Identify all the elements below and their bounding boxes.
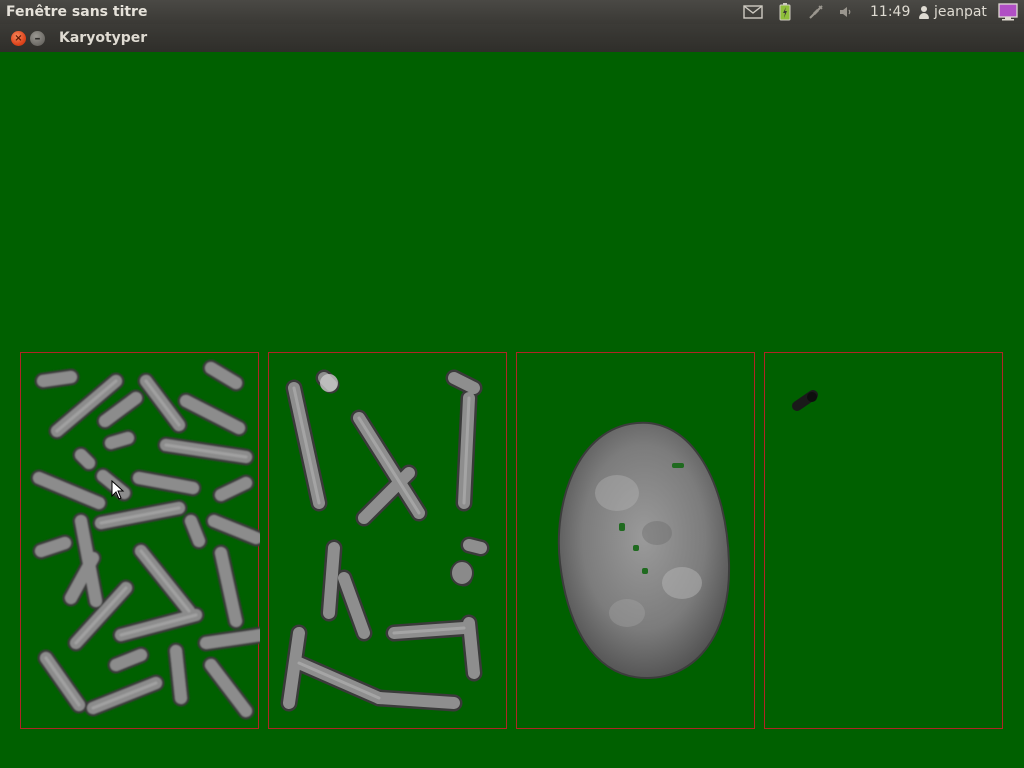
selected-chromosomes [280, 369, 490, 712]
clock[interactable]: 11:49 [870, 0, 910, 24]
network-icon[interactable] [806, 0, 826, 24]
battery-icon[interactable] [776, 0, 794, 24]
panel-window-title: Fenêtre sans titre [6, 4, 148, 20]
mail-icon[interactable] [740, 0, 766, 24]
mouse-cursor-icon [111, 480, 125, 500]
close-button[interactable]: × [11, 31, 26, 46]
user-name: jeanpat [934, 4, 987, 20]
chromosome-spread-frame[interactable] [20, 352, 260, 729]
karyotyper-canvas[interactable] [0, 52, 1024, 768]
user-icon [918, 5, 930, 19]
window-titlebar: × – Karyotyper [0, 24, 1024, 52]
nucleus [557, 421, 731, 680]
selected-chromosomes-frame[interactable] [268, 352, 507, 729]
window-title: Karyotyper [59, 30, 148, 46]
top-panel: Fenêtre sans titre 11:49 jeanpat [0, 0, 1024, 24]
small-object [792, 390, 818, 411]
minimize-button[interactable]: – [30, 31, 45, 46]
session-icon[interactable] [996, 0, 1020, 24]
nucleus-frame[interactable] [516, 352, 755, 729]
small-object-frame[interactable] [764, 352, 1003, 729]
user-menu[interactable]: jeanpat [918, 0, 987, 24]
chromosome-spread [30, 359, 260, 720]
volume-icon[interactable] [836, 0, 856, 24]
